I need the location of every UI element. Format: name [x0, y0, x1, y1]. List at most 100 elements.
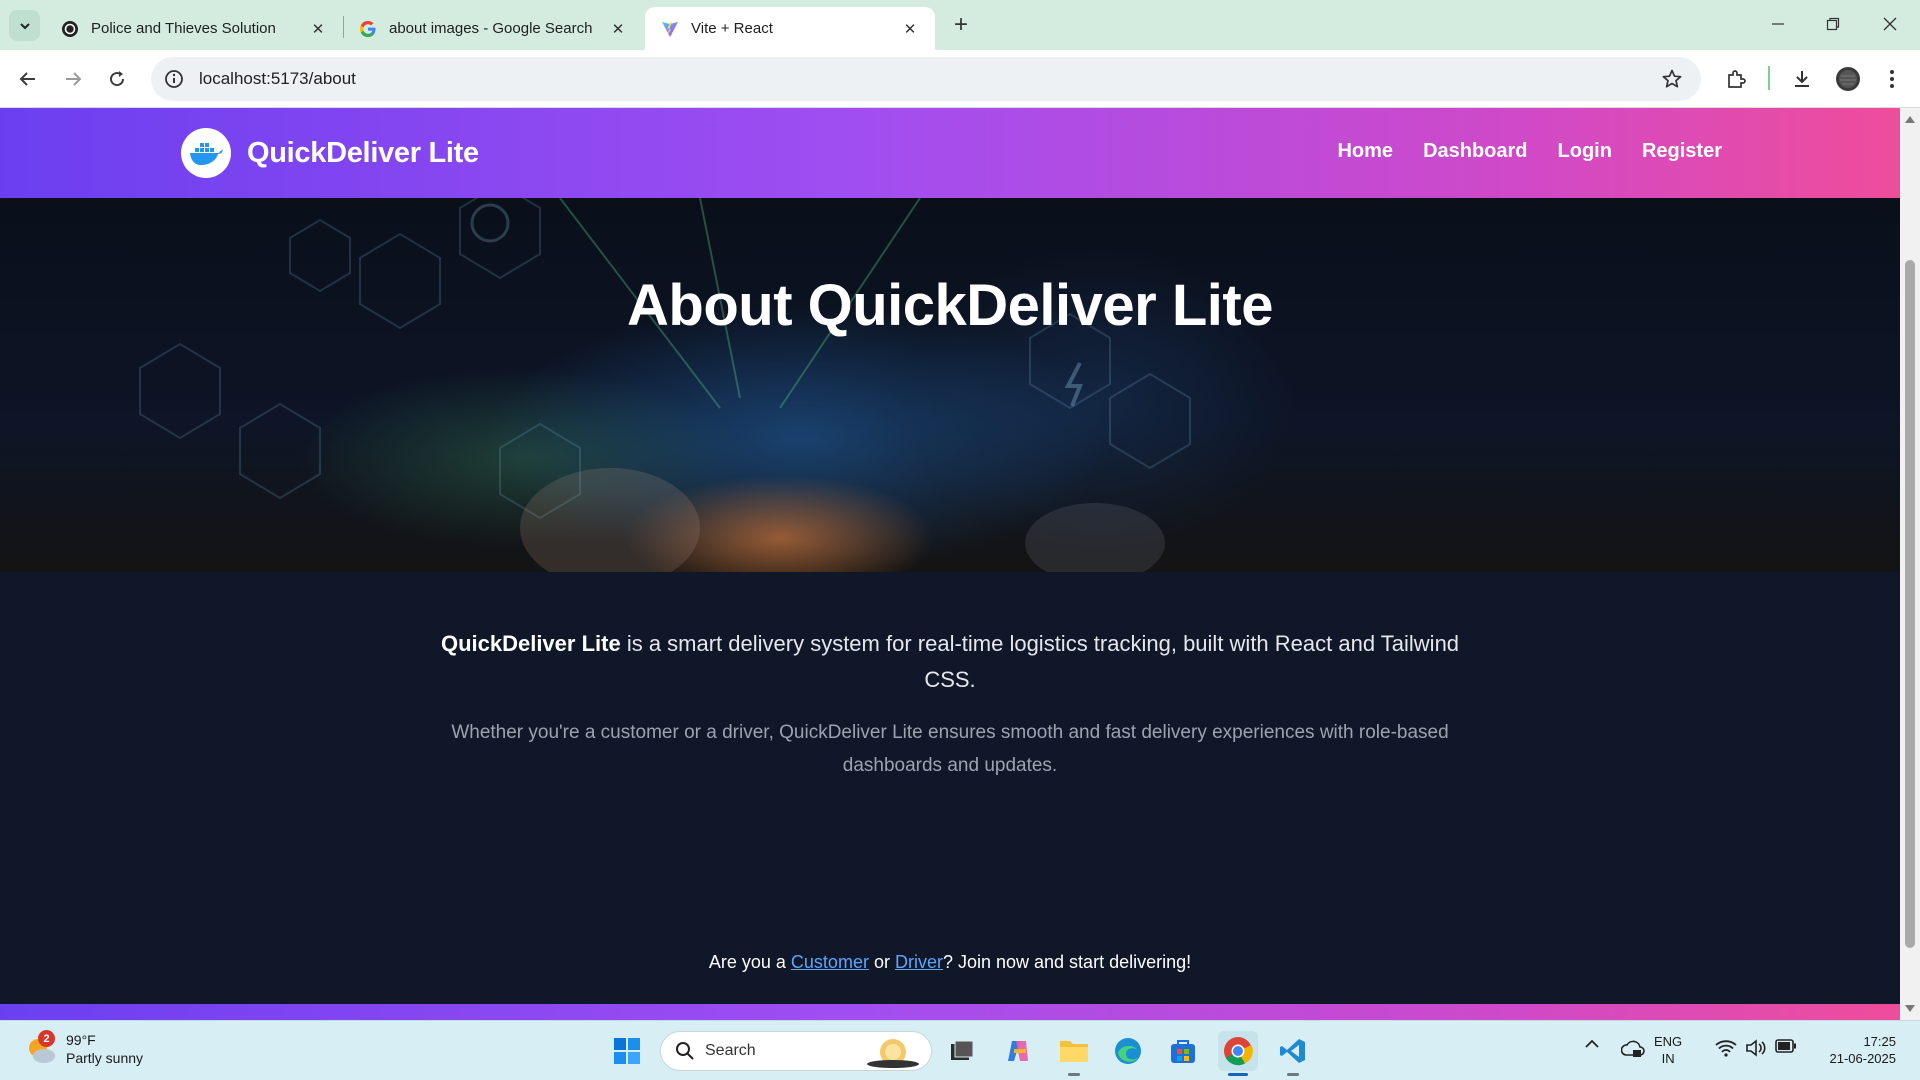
back-button[interactable] — [12, 63, 44, 95]
taskbar-search-text: Search — [705, 1042, 756, 1059]
close-icon — [1883, 17, 1897, 31]
taskbar-search[interactable]: Search — [660, 1031, 932, 1071]
tab-google-search[interactable]: about images - Google Search ✕ — [343, 7, 643, 50]
avatar — [1836, 67, 1860, 91]
page-viewport: QuickDeliver Lite Home Dashboard Login R… — [0, 108, 1900, 1020]
about-lead-paragraph: QuickDeliver Lite is a smart delivery sy… — [420, 626, 1480, 698]
wifi-button[interactable] — [1714, 1039, 1738, 1057]
nav-home-link[interactable]: Home — [1337, 140, 1393, 163]
restore-icon — [1826, 17, 1840, 31]
toolbar-divider — [1768, 66, 1770, 90]
hero-title: About QuickDeliver Lite — [627, 273, 1273, 338]
minimize-button[interactable] — [1758, 8, 1798, 40]
weather-badge: 2 — [38, 1030, 55, 1047]
chrome-active-indicator — [1228, 1073, 1248, 1076]
lead-brand: QuickDeliver Lite — [440, 631, 621, 656]
task-view-button[interactable] — [942, 1031, 982, 1071]
chevron-up-icon — [1585, 1039, 1599, 1048]
cloud-lock-icon — [1621, 1040, 1645, 1057]
brand-name: QuickDeliver Lite — [247, 136, 479, 169]
about-sub-paragraph: Whether you're a customer or a driver, Q… — [451, 722, 1449, 776]
weather-temp: 99°F — [66, 1032, 96, 1048]
page-scrollbar[interactable] — [1900, 108, 1920, 1020]
vscode-running-indicator — [1287, 1073, 1299, 1076]
weather-condition: Partly sunny — [66, 1050, 144, 1066]
cta-suffix: ? Join now and start delivering! — [942, 952, 1192, 972]
volume-button[interactable] — [1744, 1039, 1768, 1057]
system-clock[interactable]: 17:25 21-06-2025 — [1812, 1033, 1897, 1067]
lead-text: is a smart delivery system for real-time… — [620, 631, 1460, 692]
tab-search-button[interactable] — [9, 10, 40, 41]
more-vertical-icon — [1890, 70, 1894, 88]
cta-line: Are you a Customer or Driver? Join now a… — [0, 952, 1900, 973]
puzzle-icon — [1728, 70, 1746, 88]
language-code: ENG — [1654, 1034, 1683, 1049]
tab-title: about images - Google Search — [389, 20, 593, 37]
footer-gradient-bar — [0, 1004, 1900, 1020]
copilot-button[interactable] — [998, 1031, 1038, 1071]
edge-icon — [1115, 1038, 1141, 1064]
tab-vite-react[interactable]: Vite + React ✕ — [645, 7, 935, 50]
speaker-icon — [1746, 1039, 1766, 1057]
browser-tab-strip: Police and Thieves Solution ✕ about imag… — [0, 0, 1920, 50]
site-info-icon[interactable] — [163, 68, 185, 90]
file-explorer-button[interactable] — [1054, 1031, 1094, 1071]
new-tab-button[interactable]: + — [948, 11, 974, 38]
vpn-tray-button[interactable] — [1620, 1039, 1646, 1059]
downloads-button[interactable] — [1788, 65, 1816, 93]
reload-button[interactable] — [101, 63, 133, 95]
extensions-button[interactable] — [1722, 65, 1750, 93]
browser-toolbar: localhost:5173/about — [0, 50, 1920, 108]
copilot-icon — [1008, 1041, 1028, 1061]
scroll-down-icon[interactable] — [1904, 1004, 1916, 1014]
scrollbar-thumb[interactable] — [1905, 260, 1915, 948]
chrome-menu-button[interactable] — [1878, 65, 1906, 93]
close-icon[interactable]: ✕ — [607, 18, 629, 40]
site-navbar: QuickDeliver Lite Home Dashboard Login R… — [0, 108, 1900, 198]
language-region: IN — [1661, 1051, 1675, 1066]
language-indicator[interactable]: ENG IN — [1654, 1033, 1682, 1067]
tray-overflow-button[interactable] — [1582, 1039, 1602, 1049]
driver-link[interactable]: Driver — [895, 952, 943, 972]
hero-background-image — [139, 198, 1191, 572]
tab-police-and-thieves[interactable]: Police and Thieves Solution ✕ — [45, 7, 343, 50]
nav-dashboard-link[interactable]: Dashboard — [1423, 140, 1527, 163]
scroll-up-icon[interactable] — [1904, 114, 1916, 124]
vscode-button[interactable] — [1273, 1031, 1313, 1071]
bookmark-star-icon[interactable] — [1661, 68, 1683, 90]
search-highlight-icon — [867, 1039, 919, 1068]
close-icon[interactable]: ✕ — [899, 18, 921, 40]
task-view-icon — [951, 1040, 974, 1060]
restore-button[interactable] — [1813, 8, 1853, 40]
store-icon — [1171, 1040, 1195, 1063]
download-icon — [1795, 71, 1809, 87]
customer-link[interactable]: Customer — [791, 952, 869, 972]
folder-icon — [1060, 1041, 1088, 1062]
chrome-button[interactable] — [1218, 1031, 1258, 1071]
weather-widget[interactable]: 2 99°F Partly sunny — [24, 1030, 144, 1067]
clock-time: 17:25 — [1863, 1034, 1896, 1049]
chrome-icon — [1224, 1037, 1253, 1066]
nav-login-link[interactable]: Login — [1558, 140, 1612, 163]
battery-icon — [1775, 1039, 1796, 1053]
battery-button[interactable] — [1774, 1039, 1798, 1053]
store-button[interactable] — [1163, 1031, 1203, 1071]
windows-logo-icon — [614, 1038, 640, 1064]
edge-button[interactable] — [1108, 1031, 1148, 1071]
cta-middle: or — [868, 952, 895, 972]
nav-register-link[interactable]: Register — [1642, 140, 1722, 163]
tab-title: Vite + React — [691, 20, 773, 37]
brand[interactable]: QuickDeliver Lite — [181, 128, 479, 178]
vscode-icon — [1280, 1039, 1305, 1063]
start-button[interactable] — [607, 1031, 647, 1071]
nav-links: Home Dashboard Login Register — [1337, 140, 1722, 163]
close-icon[interactable]: ✕ — [307, 18, 329, 40]
forward-button[interactable] — [57, 63, 89, 95]
profile-button[interactable] — [1834, 65, 1862, 93]
vite-icon — [662, 21, 678, 37]
arrow-left-icon — [19, 72, 35, 86]
close-window-button[interactable] — [1870, 8, 1910, 40]
chevron-down-icon — [19, 22, 30, 29]
minimize-icon — [1772, 23, 1784, 25]
address-bar[interactable]: localhost:5173/about — [151, 57, 1701, 101]
